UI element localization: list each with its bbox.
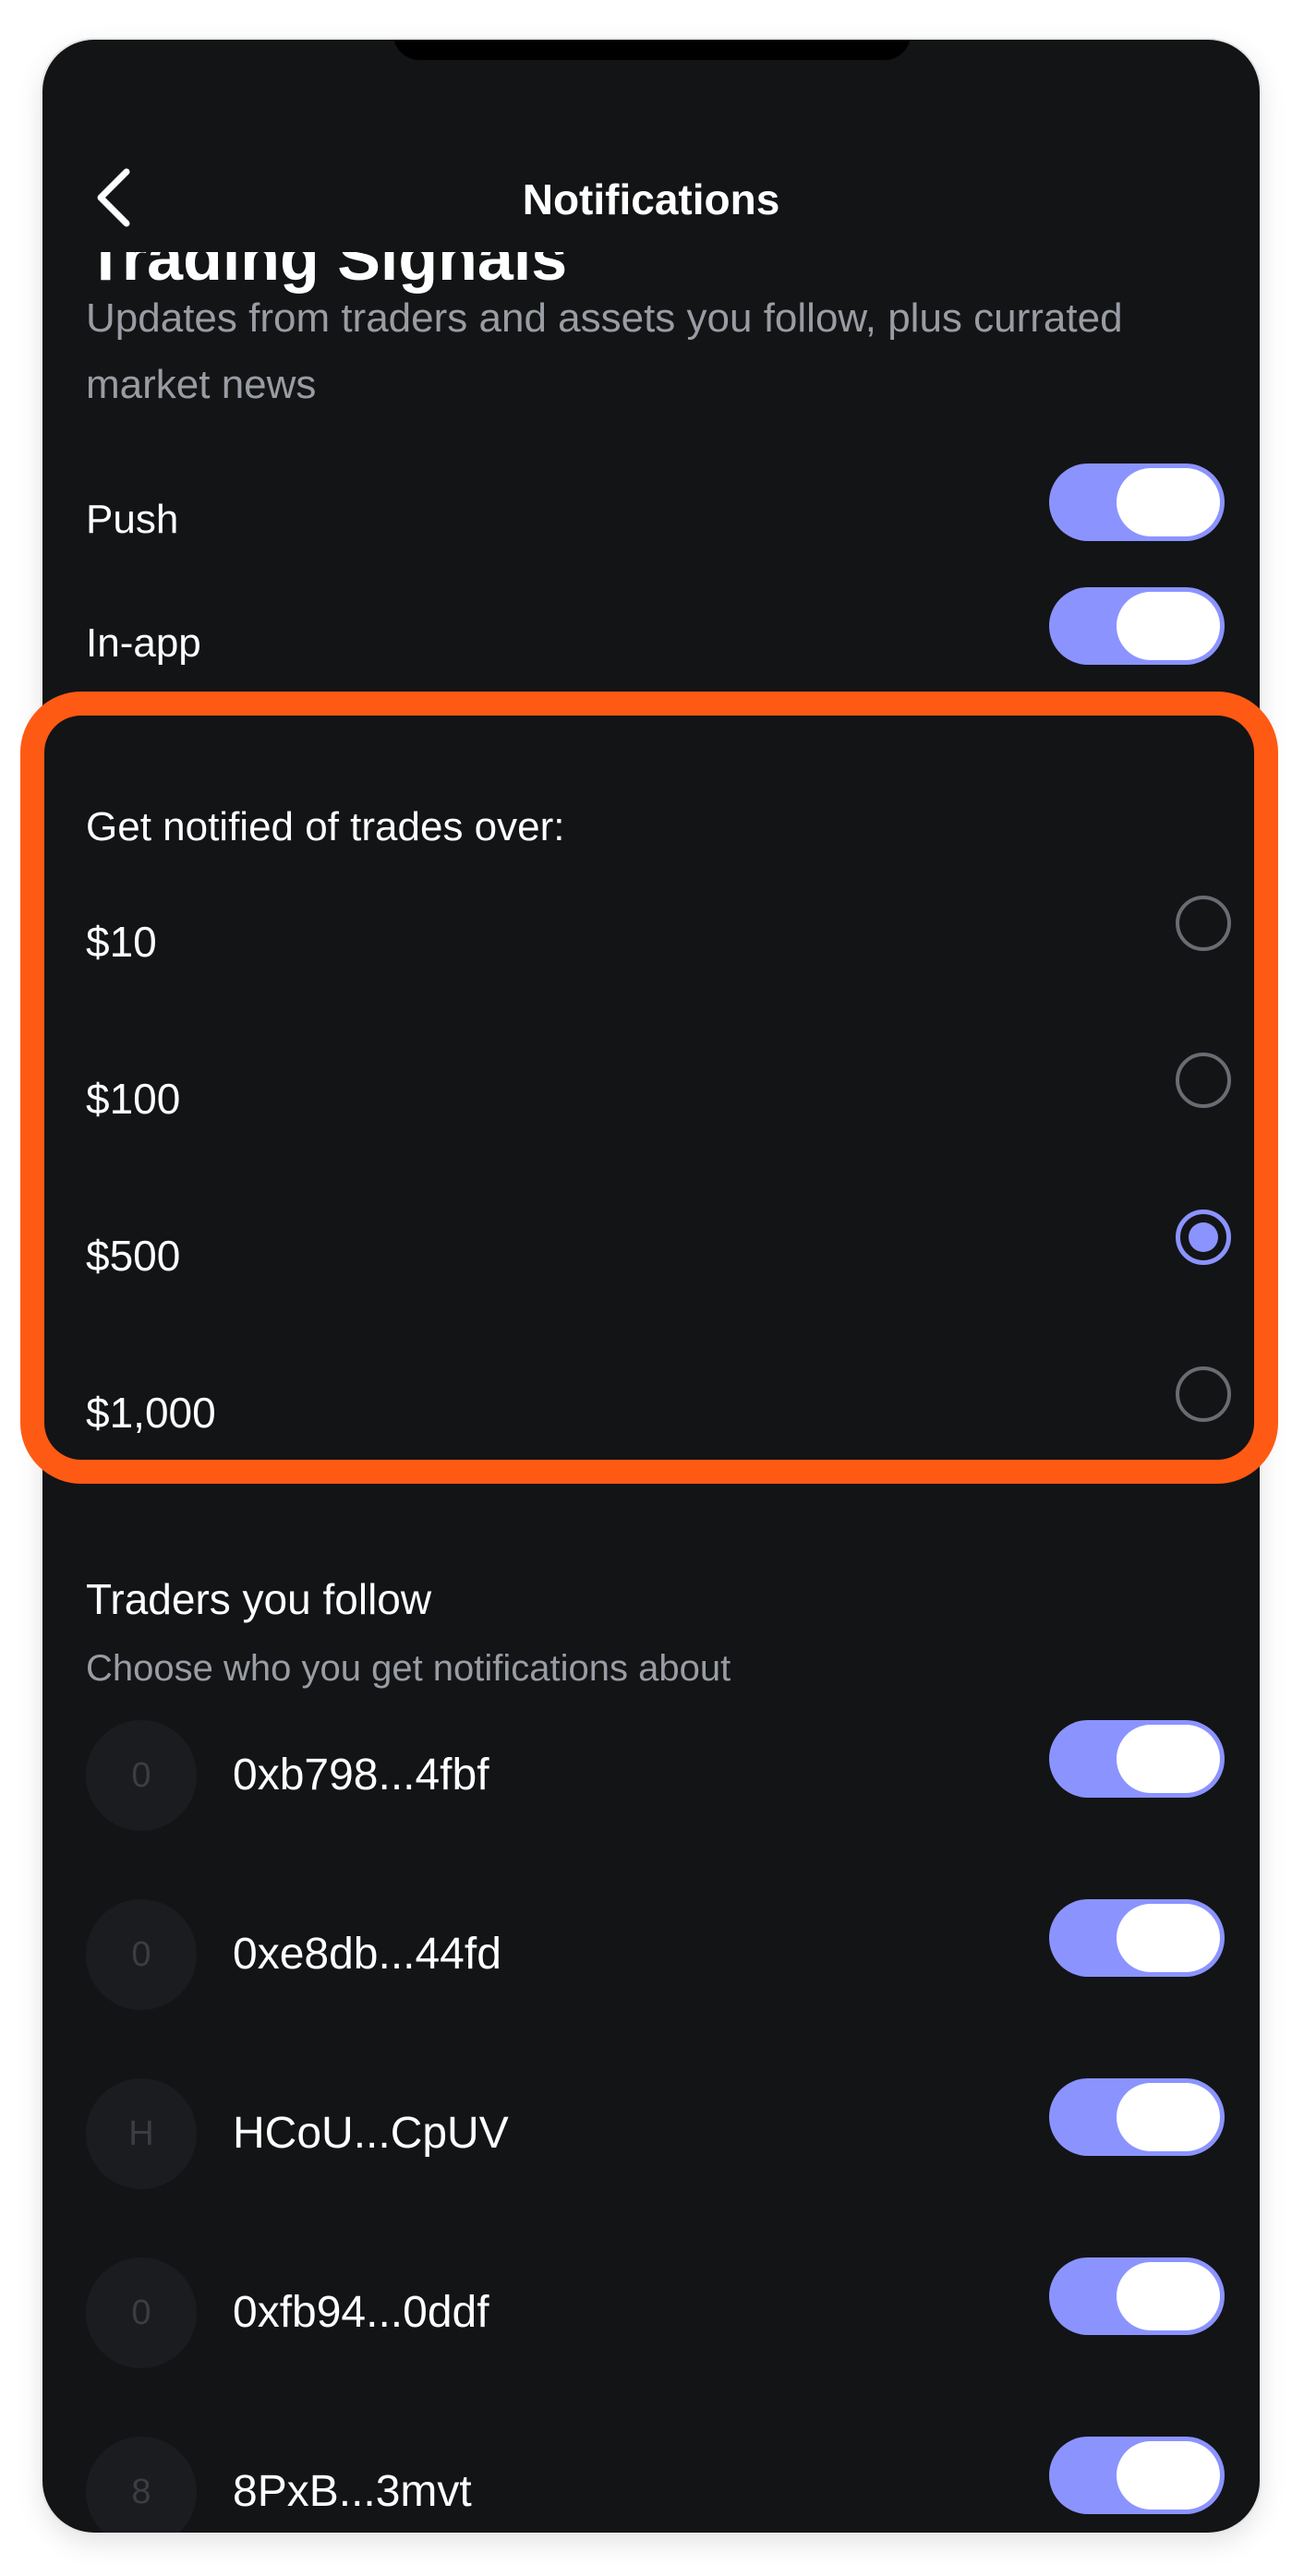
device-notch <box>393 40 911 60</box>
toggle-knob <box>1117 2262 1220 2330</box>
trader-toggle[interactable] <box>1049 1720 1225 1798</box>
avatar: 0 <box>86 2257 197 2368</box>
trader-row: 0 0xfb94...0ddf <box>42 2257 1260 2368</box>
avatar: 0 <box>86 1899 197 2010</box>
toggle-knob <box>1117 592 1220 660</box>
toggle-knob <box>1117 468 1220 536</box>
toggle-knob <box>1117 1725 1220 1793</box>
trader-toggle[interactable] <box>1049 2257 1225 2335</box>
trader-toggle[interactable] <box>1049 2437 1225 2514</box>
channel-label-in-app: In-app <box>86 620 201 666</box>
trader-name: 0xb798...4fbf <box>233 1751 489 1800</box>
section-subtitle: Updates from traders and assets you foll… <box>86 295 1123 407</box>
toggle-knob <box>1117 2083 1220 2151</box>
channel-label-push: Push <box>86 497 179 542</box>
trader-row: H HCoU...CpUV <box>42 2078 1260 2189</box>
trader-toggle[interactable] <box>1049 1899 1225 1977</box>
nav-bar: Notifications <box>42 132 1260 271</box>
page-title: Notifications <box>522 175 780 223</box>
traders-subtitle: Choose who you get notifications about <box>86 1648 731 1689</box>
trader-row: 0 0xb798...4fbf <box>42 1720 1260 1831</box>
trader-row: 8 8PxB...3mvt <box>42 2437 1260 2533</box>
push-toggle[interactable] <box>1049 463 1225 541</box>
trader-name: 0xe8db...44fd <box>233 1930 501 1979</box>
avatar: 8 <box>86 2437 197 2533</box>
avatar: H <box>86 2078 197 2189</box>
in-app-toggle[interactable] <box>1049 587 1225 665</box>
toggle-knob <box>1117 2441 1220 2510</box>
trader-name: 0xfb94...0ddf <box>233 2288 489 2337</box>
avatar: 0 <box>86 1720 197 1831</box>
highlight-outline <box>20 692 1278 1484</box>
trader-row: 0 0xe8db...44fd <box>42 1899 1260 2010</box>
trader-name: 8PxB...3mvt <box>233 2467 472 2516</box>
trader-name: HCoU...CpUV <box>233 2109 509 2158</box>
trader-toggle[interactable] <box>1049 2078 1225 2156</box>
toggle-knob <box>1117 1904 1220 1972</box>
traders-title: Traders you follow <box>86 1575 432 1623</box>
